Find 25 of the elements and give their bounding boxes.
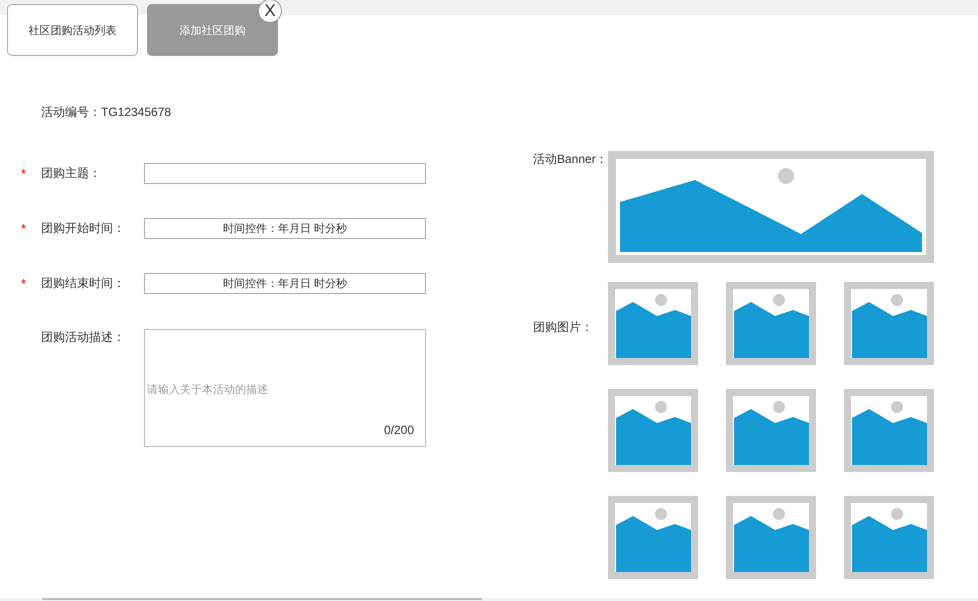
datetime-field[interactable]: 时间控件：年月日 时分秒: [144, 218, 426, 239]
image-placeholder-icon[interactable]: [726, 282, 816, 365]
activity-id: 活动编号：TG12345678: [41, 105, 172, 119]
required-mark: *: [21, 166, 26, 181]
character-counter: 0/200: [384, 423, 414, 437]
image-placeholder-icon[interactable]: [608, 282, 698, 365]
image-placeholder-icon[interactable]: [608, 496, 698, 579]
field-label: 团购主题：: [41, 165, 102, 182]
required-mark: *: [21, 276, 26, 291]
required-mark: *: [21, 221, 26, 236]
image-placeholder-icon[interactable]: [608, 389, 698, 472]
gallery-label: 团购图片：: [533, 319, 594, 336]
image-placeholder-icon[interactable]: [844, 282, 934, 365]
image-placeholder-icon[interactable]: [608, 151, 934, 263]
banner-label: 活动Banner：: [533, 151, 608, 168]
field-label: 团购结束时间：: [41, 275, 126, 292]
input-field[interactable]: [144, 163, 426, 184]
image-placeholder-icon[interactable]: [726, 496, 816, 579]
field-label: 团购开始时间：: [41, 220, 126, 237]
datetime-field[interactable]: 时间控件：年月日 时分秒: [144, 273, 426, 294]
image-placeholder-icon[interactable]: [844, 389, 934, 472]
image-placeholder-icon[interactable]: [726, 389, 816, 472]
tab[interactable]: 社区团购活动列表: [7, 4, 138, 56]
image-placeholder-icon[interactable]: [844, 496, 934, 579]
field-label: 团购活动描述：: [41, 329, 126, 346]
